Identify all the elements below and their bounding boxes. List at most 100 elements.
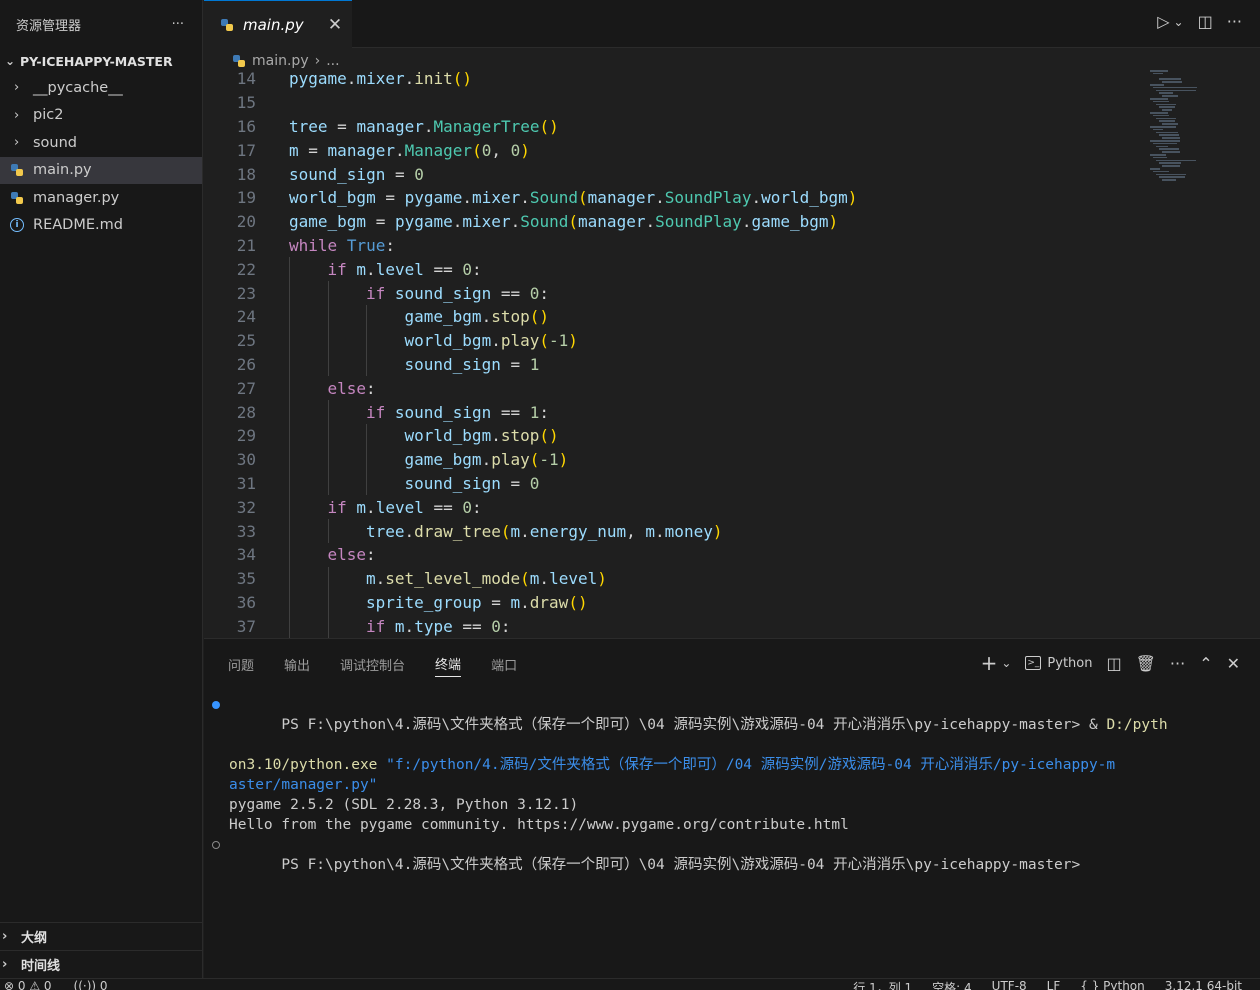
tree-folder-label: __pycache__: [33, 79, 123, 96]
indent-guide: [289, 400, 290, 424]
code-line[interactable]: 22 if m.level == 0:: [204, 257, 1148, 282]
minimap[interactable]: [1150, 70, 1230, 190]
workspace-folder[interactable]: ⌄ PY-ICEHAPPY-MASTER: [0, 48, 202, 74]
chevron-down-icon[interactable]: ⌄: [1001, 656, 1011, 670]
more-actions-icon[interactable]: ···: [1170, 654, 1185, 673]
code-line[interactable]: 36 sprite_group = m.draw(): [204, 590, 1148, 615]
indent-guide: [289, 590, 290, 615]
code-line[interactable]: 28 if sound_sign == 1:: [204, 400, 1148, 424]
minimap-line: [1150, 140, 1180, 142]
new-terminal-icon[interactable]: +: [981, 651, 998, 675]
code-line[interactable]: 17 m = manager.Manager(0, 0): [204, 138, 1148, 162]
code-text: else:: [327, 378, 376, 398]
indent-guide: [327, 400, 329, 424]
minimap-line: [1153, 142, 1177, 145]
code-line[interactable]: 34 else:: [204, 543, 1148, 567]
tree-folder-sound[interactable]: › sound: [0, 129, 202, 157]
explorer-title: 资源管理器: [16, 18, 82, 34]
minimap-line: [1162, 81, 1182, 83]
tab-main-py[interactable]: main.py ✕: [204, 0, 352, 48]
close-icon[interactable]: ✕: [324, 15, 346, 35]
code-line[interactable]: 24 game_bgm.stop(): [204, 305, 1148, 329]
code-line[interactable]: 14 pygame.mixer.init(): [204, 68, 1148, 91]
code-line[interactable]: 23 if sound_sign == 0:: [204, 281, 1148, 305]
indent-guide: [327, 566, 329, 591]
terminal-shell-selector[interactable]: >_ Python: [1025, 656, 1092, 671]
code-line[interactable]: 27 else:: [204, 376, 1148, 401]
code-line[interactable]: 35 m.set_level_mode(m.level): [204, 566, 1148, 591]
code-line[interactable]: 33 tree.draw_tree(m.energy_num, m.money): [204, 519, 1148, 543]
chevron-right-icon: ›: [2, 957, 8, 972]
tree-file-manager-py[interactable]: manager.py: [0, 184, 202, 212]
problems-status[interactable]: ⊗ 0 ⚠ 0: [4, 979, 52, 990]
code-text: tree = manager.ManagerTree(): [289, 116, 559, 136]
timeline-section[interactable]: › 时间线: [0, 950, 203, 978]
indent-guide: [366, 328, 367, 353]
breadcrumb-symbol[interactable]: ...: [326, 53, 339, 69]
code-line[interactable]: 16 tree = manager.ManagerTree(): [204, 115, 1148, 139]
python-interpreter[interactable]: 3.12.1 64-bit: [1165, 979, 1242, 990]
terminal-argument: aster/manager.py": [229, 777, 378, 793]
trash-icon[interactable]: 🗑: [1136, 654, 1156, 673]
tree-file-readme[interactable]: i README.md: [0, 212, 202, 240]
code-text: sound_sign = 0: [289, 164, 424, 184]
code-line[interactable]: 18 sound_sign = 0: [204, 162, 1148, 186]
code-line[interactable]: 30 game_bgm.play(-1): [204, 447, 1148, 472]
cursor-position[interactable]: 行 1，列 1: [853, 979, 912, 990]
chevron-down-icon: ⌄: [4, 54, 16, 68]
terminal-output[interactable]: PS F:\python\4.源码\文件夹格式（保存一个即可）\04 源码实例\…: [212, 695, 1229, 895]
indentation-status[interactable]: 空格: 4: [932, 979, 972, 990]
code-line[interactable]: 25 world_bgm.play(-1): [204, 328, 1148, 353]
more-actions-icon[interactable]: ···: [1227, 12, 1242, 31]
minimap-line: [1159, 148, 1179, 150]
minimap-line: [1156, 103, 1176, 106]
close-icon[interactable]: ✕: [1227, 654, 1240, 673]
code-line[interactable]: 31 sound_sign = 0: [204, 471, 1148, 496]
code-text: sprite_group = m.draw(): [366, 592, 588, 612]
code-text: tree.draw_tree(m.energy_num, m.money): [366, 521, 723, 541]
tree-folder-pic2[interactable]: › pic2: [0, 102, 202, 130]
eol-status[interactable]: LF: [1047, 979, 1061, 990]
chevron-down-icon[interactable]: ⌄: [1174, 15, 1184, 29]
tab-debug-console[interactable]: 调试控制台: [340, 651, 405, 677]
code-text: else:: [327, 545, 376, 565]
outline-label: 大纲: [21, 931, 48, 946]
code-line[interactable]: 32 if m.level == 0:: [204, 495, 1148, 520]
python-file-icon: [10, 163, 24, 177]
tab-problems[interactable]: 问题: [228, 651, 254, 677]
line-number: 33: [236, 521, 256, 541]
code-line[interactable]: 29 world_bgm.stop(): [204, 424, 1148, 448]
ports-status[interactable]: ((·)) 0: [74, 979, 108, 990]
code-editor[interactable]: 14 pygame.mixer.init() 15 16 tree = manager.…: [204, 68, 1148, 638]
tab-ports[interactable]: 端口: [491, 651, 517, 677]
split-editor-icon[interactable]: ◫: [1198, 12, 1213, 31]
split-terminal-icon[interactable]: ◫: [1106, 654, 1121, 673]
indent-guide: [327, 614, 329, 638]
language-mode[interactable]: { } Python: [1080, 979, 1145, 990]
tab-terminal[interactable]: 终端: [435, 651, 462, 677]
timeline-label: 时间线: [21, 959, 61, 974]
minimap-line: [1156, 159, 1196, 162]
tab-label: main.py: [243, 15, 304, 34]
code-line[interactable]: 20 game_bgm = pygame.mixer.Sound(manager.…: [204, 210, 1148, 234]
code-line[interactable]: 21 while True:: [204, 234, 1148, 258]
code-text: game_bgm.stop(): [404, 307, 550, 327]
run-icon[interactable]: ▷: [1157, 12, 1169, 31]
minimap-line: [1153, 156, 1167, 159]
maximize-panel-icon[interactable]: ⌃: [1199, 654, 1212, 673]
indent-guide: [289, 471, 290, 496]
code-line[interactable]: 19 world_bgm = pygame.mixer.Sound(manager…: [204, 186, 1148, 210]
outline-section[interactable]: › 大纲: [0, 922, 203, 950]
minimap-line: [1156, 145, 1168, 148]
bottom-panel: 问题 输出 调试控制台 终端 端口 + ⌄ >_ Python ◫ 🗑 ··· …: [204, 638, 1260, 978]
line-number: 20: [236, 212, 256, 232]
tree-file-main-py[interactable]: main.py: [0, 156, 202, 184]
code-line[interactable]: 15: [204, 91, 1148, 115]
code-line[interactable]: 26 sound_sign = 1: [204, 352, 1148, 377]
tab-output[interactable]: 输出: [284, 651, 310, 677]
encoding-status[interactable]: UTF-8: [992, 979, 1027, 990]
breadcrumb-file[interactable]: main.py: [252, 53, 309, 69]
tree-folder-pycache[interactable]: › __pycache__: [0, 74, 202, 102]
more-actions-icon[interactable]: ···: [172, 17, 184, 32]
code-line[interactable]: 37 if m.type == 0:: [204, 614, 1148, 638]
